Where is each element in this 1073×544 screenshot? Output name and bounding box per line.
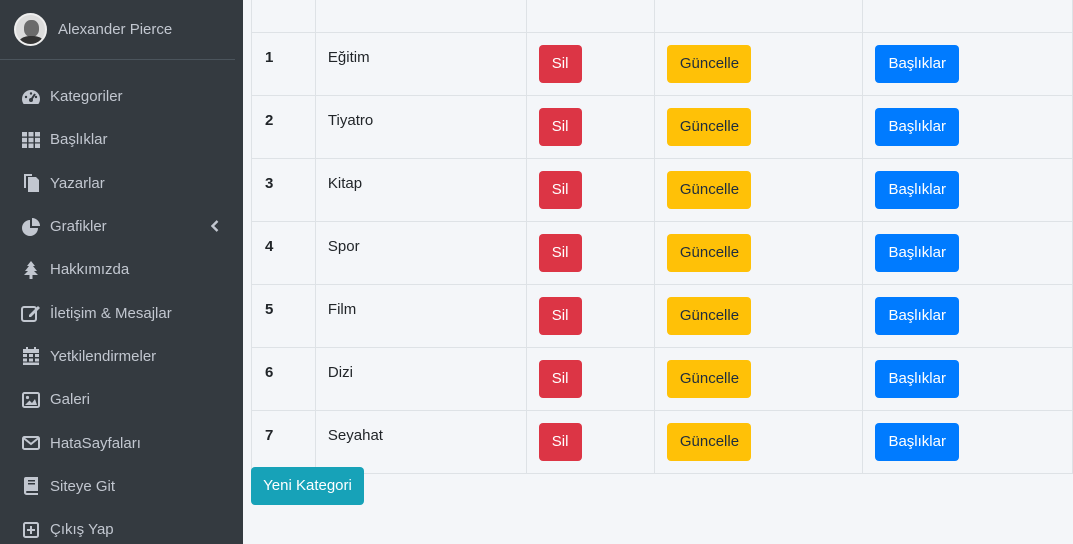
table-row: 4 Spor Sil Güncelle Başlıklar [251,221,1073,285]
table-row: 3 Kitap Sil Güncelle Başlıklar [251,158,1073,222]
sidebar-item-hakkimizda[interactable]: Hakkımızda [0,248,243,291]
copy-icon [21,174,41,193]
delete-button[interactable]: Sil [538,45,582,83]
edit-icon [21,304,41,323]
new-category-button[interactable]: Yeni Kategori [251,467,364,505]
delete-button[interactable]: Sil [538,423,582,461]
categories-table: 1 Eğitim Sil Güncelle Başlıklar 2 Tiyatr… [251,0,1073,474]
sidebar-item-label: Siteye Git [50,477,116,495]
row-id: 4 [251,221,316,285]
sidebar-item-label: Yetkilendirmeler [50,347,157,365]
envelope-icon [21,434,41,452]
sidebar-item-label: Grafikler [50,218,107,236]
update-button[interactable]: Güncelle [667,423,752,461]
row-id: 7 [251,410,316,474]
row-name: Dizi [314,347,527,411]
row-name: Kitap [314,158,527,222]
table-row [251,0,1073,33]
sidebar-item-hatasayfalari[interactable]: HataSayfaları [0,421,243,464]
delete-button[interactable]: Sil [538,108,582,146]
sidebar-item-label: Başlıklar [50,131,108,149]
row-name: Film [314,284,527,348]
delete-button[interactable]: Sil [538,234,582,272]
delete-button[interactable]: Sil [538,297,582,335]
table-row: 5 Film Sil Güncelle Başlıklar [251,284,1073,348]
headings-button[interactable]: Başlıklar [875,171,960,209]
update-button[interactable]: Güncelle [667,108,752,146]
headings-button[interactable]: Başlıklar [875,423,960,461]
sidebar-item-galeri[interactable]: Galeri [0,378,243,421]
sidebar-item-label: Kategoriler [50,88,123,106]
row-name: Eğitim [314,32,527,96]
sidebar-item-siteye-git[interactable]: Siteye Git [0,465,243,508]
update-button[interactable]: Güncelle [667,45,752,83]
plus-square-icon [21,521,41,539]
user-name[interactable]: Alexander Pierce [58,21,172,38]
update-button[interactable]: Güncelle [667,171,752,209]
calendar-icon [21,347,41,366]
row-name: Seyahat [314,410,527,474]
user-panel[interactable]: Alexander Pierce [0,0,235,60]
avatar[interactable] [14,13,47,46]
sidebar-nav: Kategoriler Başlıklar Yazarlar Grafikler [0,75,243,544]
book-icon [21,477,41,496]
sidebar-item-basliklar[interactable]: Başlıklar [0,118,243,161]
sidebar-item-yazarlar[interactable]: Yazarlar [0,162,243,205]
row-id: 1 [251,32,316,96]
grid-icon [21,131,41,149]
row-name: Spor [314,221,527,285]
headings-button[interactable]: Başlıklar [875,45,960,83]
image-icon [21,391,41,409]
tree-icon [21,260,41,279]
headings-button[interactable]: Başlıklar [875,360,960,398]
table-row: 2 Tiyatro Sil Güncelle Başlıklar [251,95,1073,159]
row-id: 2 [251,95,316,159]
headings-button[interactable]: Başlıklar [875,108,960,146]
sidebar-item-kategoriler[interactable]: Kategoriler [0,75,243,118]
headings-button[interactable]: Başlıklar [875,234,960,272]
sidebar-item-label: HataSayfaları [50,434,141,452]
sidebar-item-label: İletişim & Mesajlar [50,304,172,322]
sidebar-item-yetkilendirmeler[interactable]: Yetkilendirmeler [0,335,243,378]
main-content: 1 Eğitim Sil Güncelle Başlıklar 2 Tiyatr… [243,0,1073,544]
delete-button[interactable]: Sil [538,171,582,209]
tachometer-icon [21,88,41,106]
sidebar-item-label: Çıkış Yap [50,521,114,539]
sidebar-item-label: Galeri [50,391,91,409]
row-id: 5 [251,284,316,348]
sidebar-item-label: Hakkımızda [50,261,130,279]
chevron-left-icon[interactable] [210,219,219,236]
update-button[interactable]: Güncelle [667,297,752,335]
sidebar-item-label: Yazarlar [50,174,105,192]
row-name: Tiyatro [314,95,527,159]
update-button[interactable]: Güncelle [667,360,752,398]
table-row: 7 Seyahat Sil Güncelle Başlıklar [251,410,1073,474]
sidebar-item-iletisim[interactable]: İletişim & Mesajlar [0,291,243,334]
table-row: 6 Dizi Sil Güncelle Başlıklar [251,347,1073,411]
row-id: 6 [251,347,316,411]
sidebar: Alexander Pierce Kategoriler Başlıklar Y… [0,0,243,544]
table-row: 1 Eğitim Sil Güncelle Başlıklar [251,32,1073,96]
row-id: 3 [251,158,316,222]
update-button[interactable]: Güncelle [667,234,752,272]
headings-button[interactable]: Başlıklar [875,297,960,335]
delete-button[interactable]: Sil [538,360,582,398]
pie-chart-icon [21,217,41,236]
sidebar-item-grafikler[interactable]: Grafikler [0,205,243,248]
sidebar-item-cikis-yap[interactable]: Çıkış Yap [0,508,243,544]
